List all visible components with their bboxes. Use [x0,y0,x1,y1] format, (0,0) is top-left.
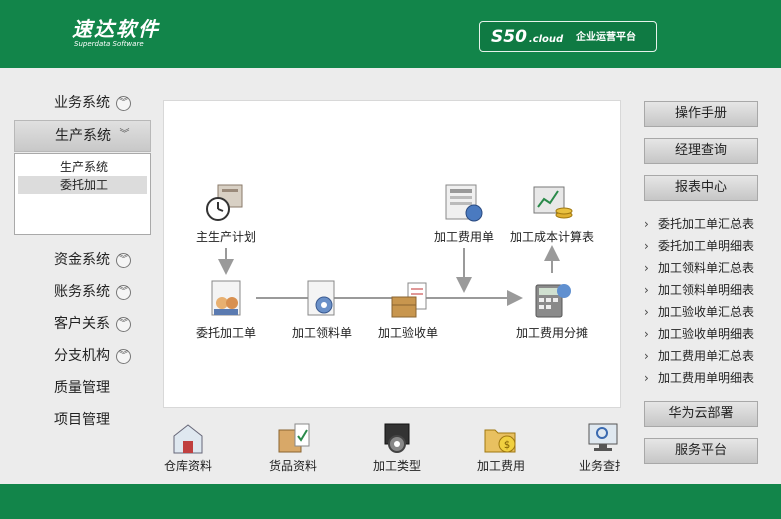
material-requisition-icon [300,277,344,321]
nav-item-production[interactable]: 生产系统 ︾ [14,120,151,152]
chevron-right-icon: › [644,283,649,297]
chevron-circle-down-icon[interactable]: ︾ [116,96,131,111]
chevron-circle-down-icon[interactable]: ︾ [116,253,131,268]
nav-item-accounting[interactable]: 账务系统 ︾ [14,277,151,309]
report-link[interactable]: › 加工验收单汇总表 [644,301,758,323]
app-header: 速达软件 Superdata Software S50 .cloud 企业运营平台 [0,0,781,68]
chevron-circle-down-icon[interactable]: ︾ [116,317,131,332]
superdata-logo: 速达软件 Superdata Software [72,18,160,49]
goods-box-icon [273,420,313,456]
chevron-right-icon: › [644,239,649,253]
report-center-button[interactable]: 报表中心 [644,175,758,201]
logo-subtext: Superdata Software [74,40,144,48]
acceptance-order-icon [386,277,430,321]
nav-item-label: 客户关系 [54,316,110,332]
chevron-right-icon: › [644,305,649,319]
shortcut-goods[interactable]: 货品资料 [248,420,338,474]
flow-node-master-plan[interactable]: 主生产计划 [171,181,281,245]
shortcut-label: 加工类型 [372,459,421,473]
outsourcing-order-icon [204,277,248,321]
product-name: 企业运营平台 [576,32,636,43]
production-plan-icon [204,181,248,225]
nav-item-quality[interactable]: 质量管理 [14,373,151,405]
report-link[interactable]: › 加工验收单明细表 [644,323,758,345]
monitor-search-icon [583,420,620,456]
flow-arrows [218,245,560,306]
nav-item-label: 账务系统 [54,284,110,300]
process-flow-panel: 主生产计划 委托加工单 加工领料单 加工验收单 加工费用单 加工成本计算表 加工… [163,100,621,408]
product-code: S50 .cloud [491,27,564,47]
nav-item-label: 生产系统 [55,128,111,144]
shortcut-processing-type[interactable]: 加工类型 [352,420,442,474]
logo-text: 速达软件 [72,17,160,41]
nav-item-label: 项目管理 [54,412,110,428]
production-submenu: 生产系统 委托加工 [14,153,151,235]
nav-item-branches[interactable]: 分支机构 ︾ [14,341,151,373]
service-platform-button[interactable]: 服务平台 [644,438,758,464]
node-label: 加工验收单 [377,326,438,340]
shortcut-bar: 仓库资料 货品资料 加工类型 $ 加工费用 业务查找 [150,420,620,475]
submenu-item-production[interactable]: 生产系统 [18,158,147,176]
chevron-circle-down-icon[interactable]: ︾ [116,285,131,300]
right-panel: 操作手册 经理查询 报表中心 › 委托加工单汇总表 › 委托加工单明细表 › 加工领料… [644,101,758,464]
report-link[interactable]: › 加工费用单明细表 [644,367,758,389]
product-suffix: .cloud [528,34,564,45]
shortcut-processing-fee[interactable]: $ 加工费用 [456,420,546,474]
nav-item-funds[interactable]: 资金系统 ︾ [14,245,151,277]
nav-item-projects[interactable]: 项目管理 [14,405,151,437]
nav-item-label: 分支机构 [54,348,110,364]
left-nav: 业务系统 ︾ 生产系统 ︾ 生产系统 委托加工 资金系统 ︾ 账务系统 ︾ 客户… [14,88,151,437]
shortcut-label: 货品资料 [268,459,317,473]
app-footer [0,484,781,519]
report-link[interactable]: › 委托加工单汇总表 [644,213,758,235]
nav-item-label: 资金系统 [54,252,110,268]
cost-calculation-icon [530,181,574,225]
flow-node-expense-allocation[interactable]: 加工费用分摊 [497,277,607,341]
chevron-circle-down-icon[interactable]: ︾ [116,349,131,364]
manager-query-button[interactable]: 经理查询 [644,138,758,164]
expense-document-icon [442,181,486,225]
nav-item-crm[interactable]: 客户关系 ︾ [14,309,151,341]
calculator-icon [530,277,574,321]
report-link[interactable]: › 委托加工单明细表 [644,235,758,257]
gear-screen-icon [377,420,417,456]
chevron-right-icon: › [644,371,649,385]
report-link[interactable]: › 加工领料单汇总表 [644,257,758,279]
flow-node-outsourcing-order[interactable]: 委托加工单 [171,277,281,341]
submenu-item-outsourcing[interactable]: 委托加工 [18,176,147,194]
chevron-right-icon: › [644,327,649,341]
product-badge: S50 .cloud 企业运营平台 [479,21,657,52]
node-label: 委托加工单 [195,326,256,340]
huawei-cloud-button[interactable]: 华为云部署 [644,401,758,427]
shortcut-label: 仓库资料 [163,459,212,473]
money-folder-icon: $ [481,420,521,456]
node-label: 加工成本计算表 [509,230,594,244]
chevron-right-icon: › [644,217,649,231]
shortcut-warehouse[interactable]: 仓库资料 [150,420,233,474]
nav-item-label: 业务系统 [54,95,110,111]
nav-item-label: 质量管理 [54,380,110,396]
operation-manual-button[interactable]: 操作手册 [644,101,758,127]
chevron-down-icon[interactable]: ︾ [117,129,132,144]
shortcut-label: 业务查找 [578,459,620,473]
report-link[interactable]: › 加工费用单汇总表 [644,345,758,367]
flow-node-cost-calculation[interactable]: 加工成本计算表 [497,181,607,245]
nav-item-business[interactable]: 业务系统 ︾ [14,88,151,120]
report-link[interactable]: › 加工领料单明细表 [644,279,758,301]
chevron-right-icon: › [644,349,649,363]
node-label: 主生产计划 [195,230,256,244]
chevron-right-icon: › [644,261,649,275]
shortcut-business-search[interactable]: 业务查找 [558,420,620,474]
node-label: 加工费用分摊 [515,326,588,340]
svg-text:$: $ [504,440,510,451]
flow-node-acceptance-order[interactable]: 加工验收单 [353,277,463,341]
report-list: › 委托加工单汇总表 › 委托加工单明细表 › 加工领料单汇总表 › 加工领料单明细表 … [644,213,758,389]
shortcut-label: 加工费用 [476,459,525,473]
warehouse-icon [168,420,208,456]
